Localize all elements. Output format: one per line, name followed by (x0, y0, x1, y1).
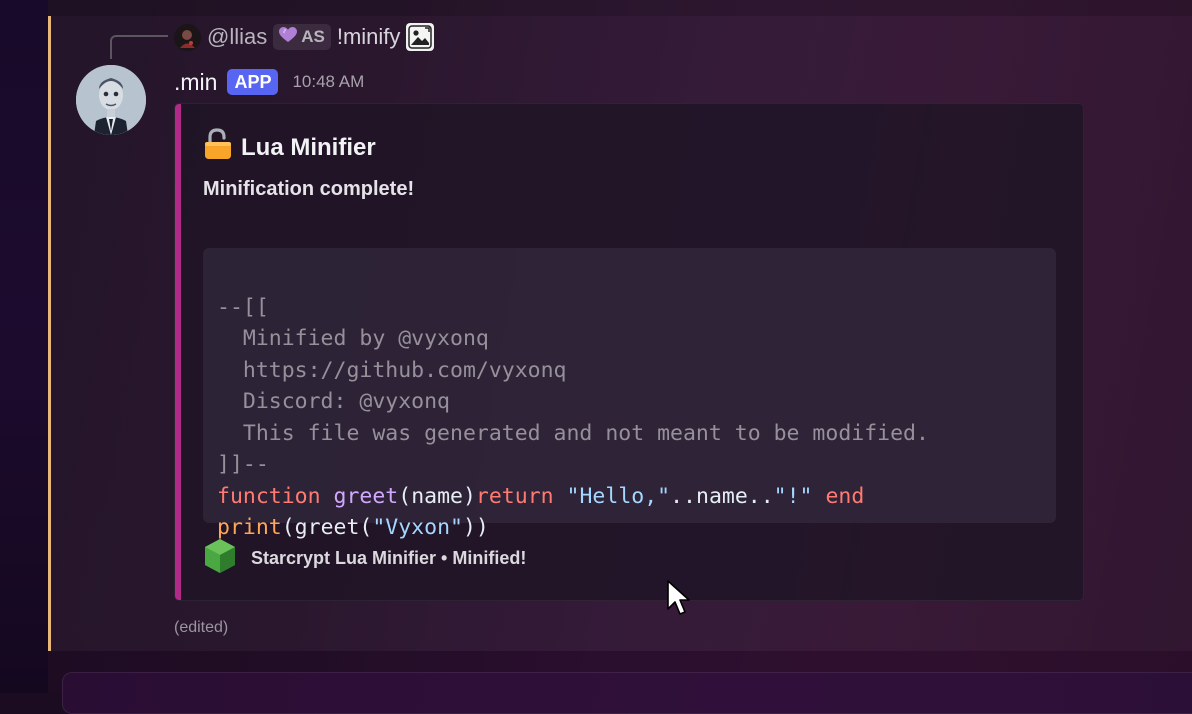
embed-description: Minification complete! (203, 178, 415, 200)
message-header: .min APP 10:48 AM (174, 66, 364, 98)
message-input-box[interactable] (62, 672, 1192, 714)
reply-username[interactable]: @llias (207, 24, 267, 50)
code-params: (name) (398, 483, 476, 509)
embed-footer: Starcrypt Lua Minifier • Minified! (203, 538, 526, 579)
embed-title-text: Lua Minifier (241, 133, 376, 161)
code-comment-line: Minified by @vyxonq (217, 326, 489, 351)
mention-highlight-bar (48, 16, 51, 651)
code-builtin: print (217, 515, 282, 540)
embed-card: Lua Minifier Minification complete! --[[… (174, 103, 1084, 601)
message-timestamp[interactable]: 10:48 AM (292, 72, 364, 92)
code-comment-line: https://github.com/vyxonq (217, 357, 567, 383)
code-line-function: function greet(name)return "Hello,"..nam… (217, 481, 1042, 513)
edited-indicator: (edited) (174, 619, 229, 636)
embed-accent-bar (175, 104, 181, 600)
code-keyword: function (217, 483, 321, 509)
code-comment-line: Discord: @vyxonq (217, 389, 450, 414)
image-icon[interactable] (406, 23, 435, 51)
code-call-open: (greet( (281, 515, 373, 540)
server-sidebar-edge (0, 0, 48, 693)
reply-spine (110, 35, 168, 59)
code-concat: ..name.. (670, 483, 774, 509)
green-gem-icon (203, 538, 237, 579)
purple-heart-icon (279, 26, 298, 48)
bot-username[interactable]: .min (174, 69, 217, 96)
code-string: "Vyxon" (372, 515, 463, 540)
code-comment-line: This file was generated and not meant to… (217, 420, 929, 446)
mouse-cursor-icon (667, 580, 690, 615)
unlocked-padlock-icon (203, 128, 233, 167)
code-keyword: return (475, 483, 554, 509)
code-call-close: )) (462, 515, 489, 540)
guild-tag[interactable]: AS (273, 24, 331, 50)
bot-avatar[interactable] (76, 65, 146, 135)
guild-tag-label: AS (301, 27, 325, 46)
code-comment-close: ]]-- (217, 452, 269, 477)
embed-footer-text: Starcrypt Lua Minifier • Minified! (251, 548, 527, 568)
reply-reference[interactable]: @llias AS !minify (174, 20, 435, 54)
code-function-name: greet (333, 483, 399, 509)
app-badge: APP (227, 69, 279, 95)
embed-title: Lua Minifier (203, 128, 376, 167)
code-string: "!" (773, 483, 813, 509)
reply-avatar[interactable] (174, 23, 201, 51)
previous-message-edge (48, 0, 1192, 16)
code-keyword: end (825, 483, 865, 509)
code-string: "Hello," (566, 483, 671, 509)
code-block[interactable]: --[[ Minified by @vyxonq https://github.… (203, 248, 1056, 540)
code-comment-open: --[[ (217, 294, 269, 320)
reply-command-text[interactable]: !minify (337, 24, 401, 50)
